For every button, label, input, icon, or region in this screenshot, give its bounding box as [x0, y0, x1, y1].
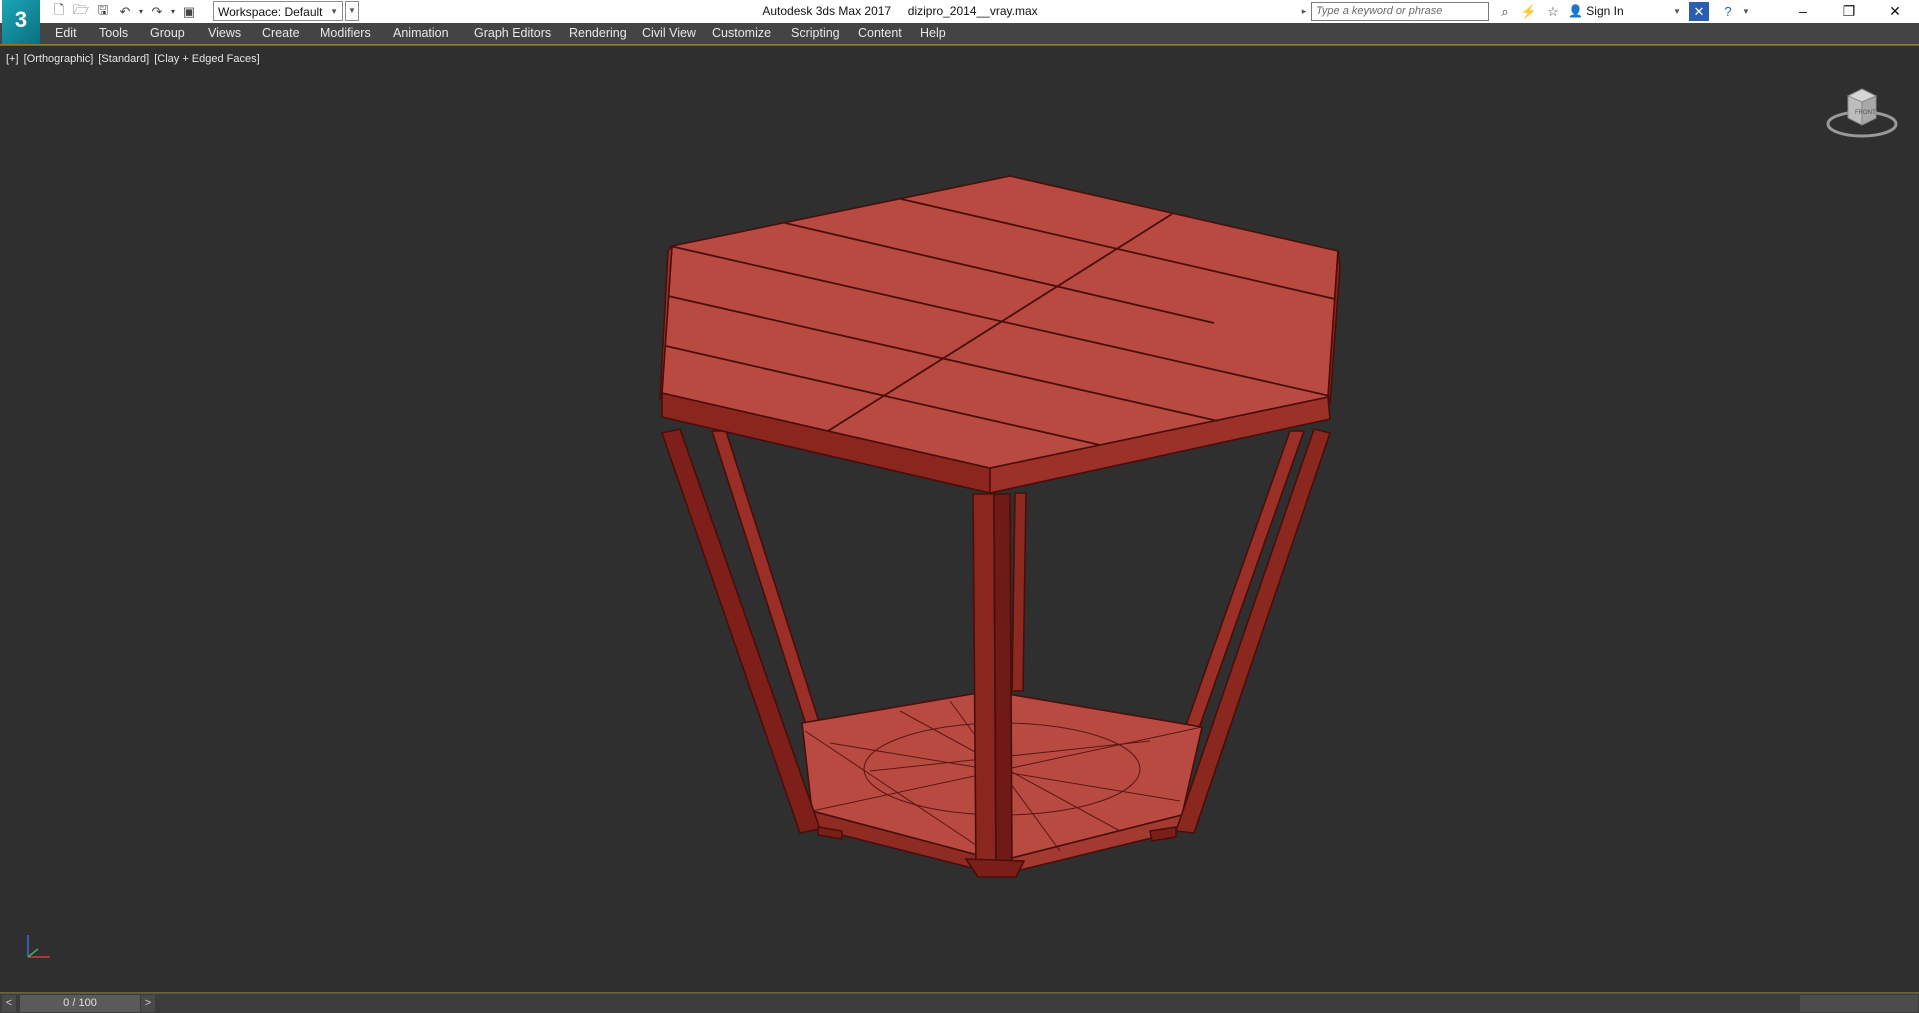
app-title: Autodesk 3ds Max 2017	[762, 4, 892, 18]
autodesk-exchange-icon[interactable]: ✕	[1689, 2, 1709, 21]
menu-group[interactable]: Group	[150, 23, 185, 44]
title-bar: 3 🗋 🗁 🖫 ↶ ▾ ↷ ▾ ▣ Workspace: Default ▼ ▼…	[0, 0, 1919, 44]
sign-in-dropdown-icon[interactable]: ▼	[1673, 0, 1681, 23]
app-logo-icon[interactable]: 3	[2, 0, 40, 44]
user-icon: 👤	[1568, 4, 1583, 18]
redo-dropdown-icon[interactable]: ▾	[168, 2, 178, 21]
search-expand-icon[interactable]: ▸	[1298, 2, 1310, 21]
new-file-icon[interactable]: 🗋	[48, 2, 70, 21]
time-slider-bar: < 0 / 100 >	[0, 993, 1919, 1013]
menu-tools[interactable]: Tools	[99, 23, 128, 44]
menu-rendering[interactable]: Rendering	[569, 23, 627, 44]
open-file-icon[interactable]: 🗁	[70, 2, 92, 21]
menu-customize[interactable]: Customize	[712, 23, 771, 44]
table-leg-front-center	[972, 493, 997, 874]
sign-in-label: Sign In	[1586, 4, 1624, 18]
binoculars-icon[interactable]: ⌕	[1493, 2, 1517, 21]
table-model[interactable]	[0, 46, 1919, 994]
time-slider[interactable]: 0 / 100	[20, 995, 140, 1012]
frame-counter: 0 / 100	[63, 997, 97, 1009]
previous-frame-button[interactable]: <	[2, 995, 16, 1012]
menu-graph-editors[interactable]: Graph Editors	[474, 23, 551, 44]
favorites-star-icon[interactable]: ☆	[1541, 2, 1565, 21]
chevron-down-icon: ▼	[330, 7, 338, 16]
menu-bar: Edit Tools Group Views Create Modifiers …	[0, 23, 1919, 45]
undo-dropdown-icon[interactable]: ▾	[136, 2, 146, 21]
workspace-label: Workspace: Default	[218, 5, 323, 19]
viewport-orthographic[interactable]: [+] [Orthographic] [Standard] [Clay + Ed…	[0, 45, 1919, 993]
menu-views[interactable]: Views	[208, 23, 241, 44]
menu-help[interactable]: Help	[920, 23, 946, 44]
table-leg-back	[1011, 492, 1027, 692]
search-input[interactable]: Type a keyword or phrase	[1311, 2, 1489, 21]
menu-civil-view[interactable]: Civil View	[642, 23, 696, 44]
quick-access-toolbar: 🗋 🗁 🖫 ↶ ▾ ↷ ▾ ▣	[48, 2, 200, 21]
project-folder-icon[interactable]: ▣	[178, 2, 200, 21]
minimize-button[interactable]: –	[1780, 0, 1826, 23]
save-icon[interactable]: 🖫	[92, 2, 114, 21]
infocenter-icons: ⌕ ⚡ ☆	[1493, 2, 1565, 21]
menu-edit[interactable]: Edit	[55, 23, 77, 44]
redo-icon[interactable]: ↷	[146, 2, 168, 21]
undo-icon[interactable]: ↶	[114, 2, 136, 21]
timeline-scrollbar[interactable]	[1800, 995, 1918, 1012]
table-leg-front-right	[1175, 428, 1331, 834]
help-dropdown-icon[interactable]: ▼	[1742, 0, 1750, 23]
menu-create[interactable]: Create	[262, 23, 300, 44]
menu-animation[interactable]: Animation	[393, 23, 449, 44]
customize-toolbar-icon[interactable]: ▼	[345, 1, 359, 21]
next-frame-button[interactable]: >	[141, 995, 155, 1012]
restore-button[interactable]: ❐	[1826, 0, 1872, 23]
close-button[interactable]: ✕	[1872, 0, 1918, 23]
communication-center-icon[interactable]: ⚡	[1517, 2, 1541, 21]
table-leg-front-center-side	[993, 493, 1013, 874]
menu-scripting[interactable]: Scripting	[791, 23, 840, 44]
menu-modifiers[interactable]: Modifiers	[320, 23, 371, 44]
file-name: dizipro_2014__vray.max	[907, 4, 1038, 18]
help-icon[interactable]: ?	[1718, 2, 1738, 21]
sign-in-button[interactable]: 👤 Sign In	[1568, 0, 1624, 23]
menu-content[interactable]: Content	[858, 23, 902, 44]
workspace-select[interactable]: Workspace: Default ▼	[213, 1, 343, 21]
foot-center	[965, 858, 1025, 878]
